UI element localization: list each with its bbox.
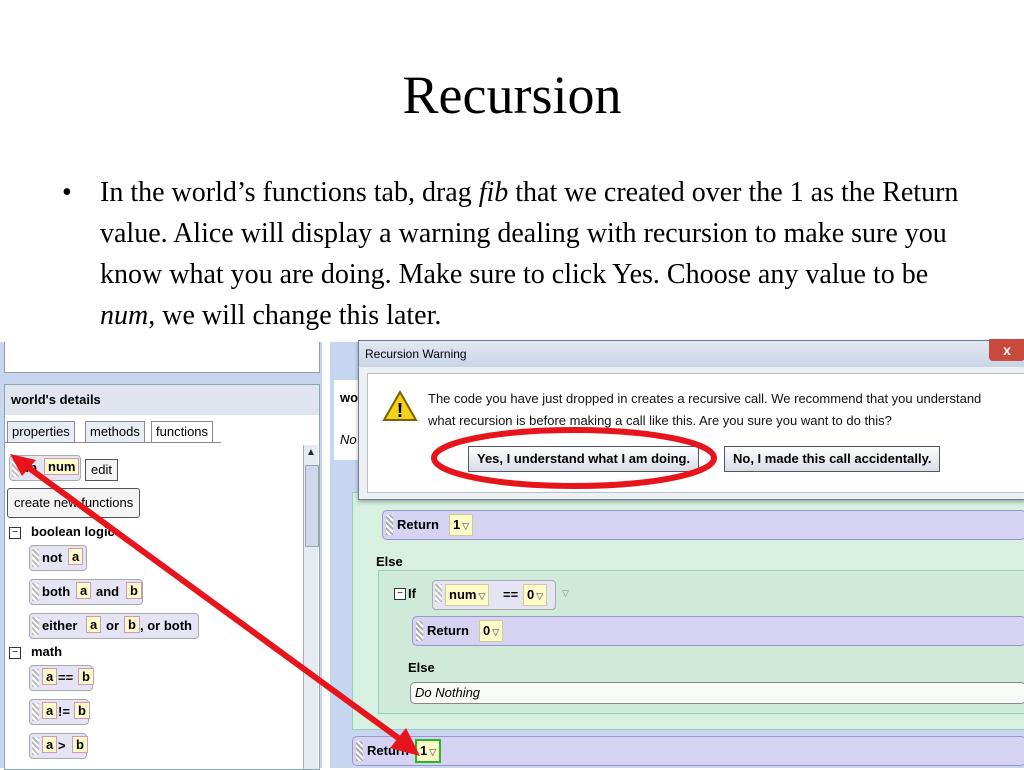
scroll-thumb[interactable] xyxy=(305,465,319,547)
dialog-titlebar[interactable]: Recursion Warning xyxy=(359,341,1024,367)
equals-tile[interactable]: a == b xyxy=(29,665,94,691)
if-condition[interactable]: num ▽ == 0 ▽ xyxy=(432,580,556,610)
create-new-function-button[interactable]: create new functions xyxy=(7,488,141,518)
bullet-text: In the world’s functions tab, drag fib t… xyxy=(100,177,959,331)
object-tree-bottom xyxy=(4,342,320,373)
return-statement-1[interactable]: Return 1 ▽ xyxy=(382,510,1024,540)
return-value-1[interactable]: 1 ▽ xyxy=(449,514,474,536)
drag-grip-icon[interactable] xyxy=(32,703,39,721)
either-or-tile[interactable]: either a or b , or both xyxy=(29,613,199,639)
drag-grip-icon[interactable] xyxy=(32,617,39,635)
drag-grip-icon[interactable] xyxy=(32,737,39,755)
drag-grip-icon[interactable] xyxy=(32,549,39,567)
drag-grip-icon[interactable] xyxy=(386,515,393,535)
drag-grip-icon[interactable] xyxy=(356,741,363,761)
group-math: math xyxy=(31,644,63,659)
not-tile[interactable]: not a xyxy=(29,545,87,571)
scroll-up-arrow-icon[interactable]: ▲ xyxy=(304,447,318,458)
if-label: If xyxy=(408,586,416,601)
drag-grip-icon[interactable] xyxy=(12,459,19,477)
return-statement-0[interactable]: Return 0 ▽ xyxy=(412,616,1024,646)
drag-grip-icon[interactable] xyxy=(32,669,39,687)
tabs-divider xyxy=(5,442,221,443)
else-label: Else xyxy=(376,554,403,569)
return-value-0[interactable]: 0 ▽ xyxy=(479,620,504,642)
drag-grip-icon[interactable] xyxy=(435,584,442,602)
tab-functions[interactable]: functions xyxy=(151,421,214,443)
no-button[interactable]: No, I made this call accidentally. xyxy=(724,446,941,472)
greater-than-tile[interactable]: a > b xyxy=(29,733,88,759)
warning-icon: ! xyxy=(382,390,418,422)
collapse-icon[interactable]: − xyxy=(9,527,21,539)
drag-grip-icon[interactable] xyxy=(416,621,423,641)
not-equals-tile[interactable]: a != b xyxy=(29,699,90,725)
dialog-body: ! The code you have just dropped in crea… xyxy=(367,373,1024,493)
group-boolean-logic: boolean logic xyxy=(31,524,115,539)
details-header: world's details xyxy=(5,385,319,415)
dialog-message: The code you have just dropped in create… xyxy=(428,391,982,428)
details-box: world's details properties methods funct… xyxy=(4,384,320,770)
drag-grip-icon[interactable] xyxy=(32,583,39,601)
vertical-scrollbar[interactable]: ▲ xyxy=(303,445,319,769)
bullet-mark: • xyxy=(62,177,72,208)
collapse-icon[interactable]: − xyxy=(9,647,21,659)
else-label-inner: Else xyxy=(408,660,435,675)
do-nothing-slot[interactable]: Do Nothing xyxy=(410,682,1024,704)
dropdown-icon[interactable]: ▽ xyxy=(562,588,569,599)
tab-properties[interactable]: properties xyxy=(7,421,75,443)
fib-function-tile[interactable]: fib num xyxy=(9,455,81,481)
close-icon[interactable]: x xyxy=(989,339,1024,361)
world-details-panel: world's details properties methods funct… xyxy=(0,342,322,770)
return-value-drop-target[interactable]: 1 ▽ xyxy=(415,739,442,763)
tab-methods[interactable]: methods xyxy=(85,421,145,443)
collapse-icon[interactable]: − xyxy=(394,588,406,600)
recursion-warning-dialog: Recursion Warning x ! The code you have … xyxy=(358,339,1024,500)
edit-button[interactable]: edit xyxy=(85,459,118,481)
both-and-tile[interactable]: both a and b xyxy=(29,579,143,605)
yes-button[interactable]: Yes, I understand what I am doing. xyxy=(468,446,700,472)
return-statement-bottom[interactable]: Return 1 ▽ xyxy=(352,736,1024,766)
slide-title: Recursion xyxy=(402,65,622,125)
svg-text:!: ! xyxy=(397,400,404,422)
